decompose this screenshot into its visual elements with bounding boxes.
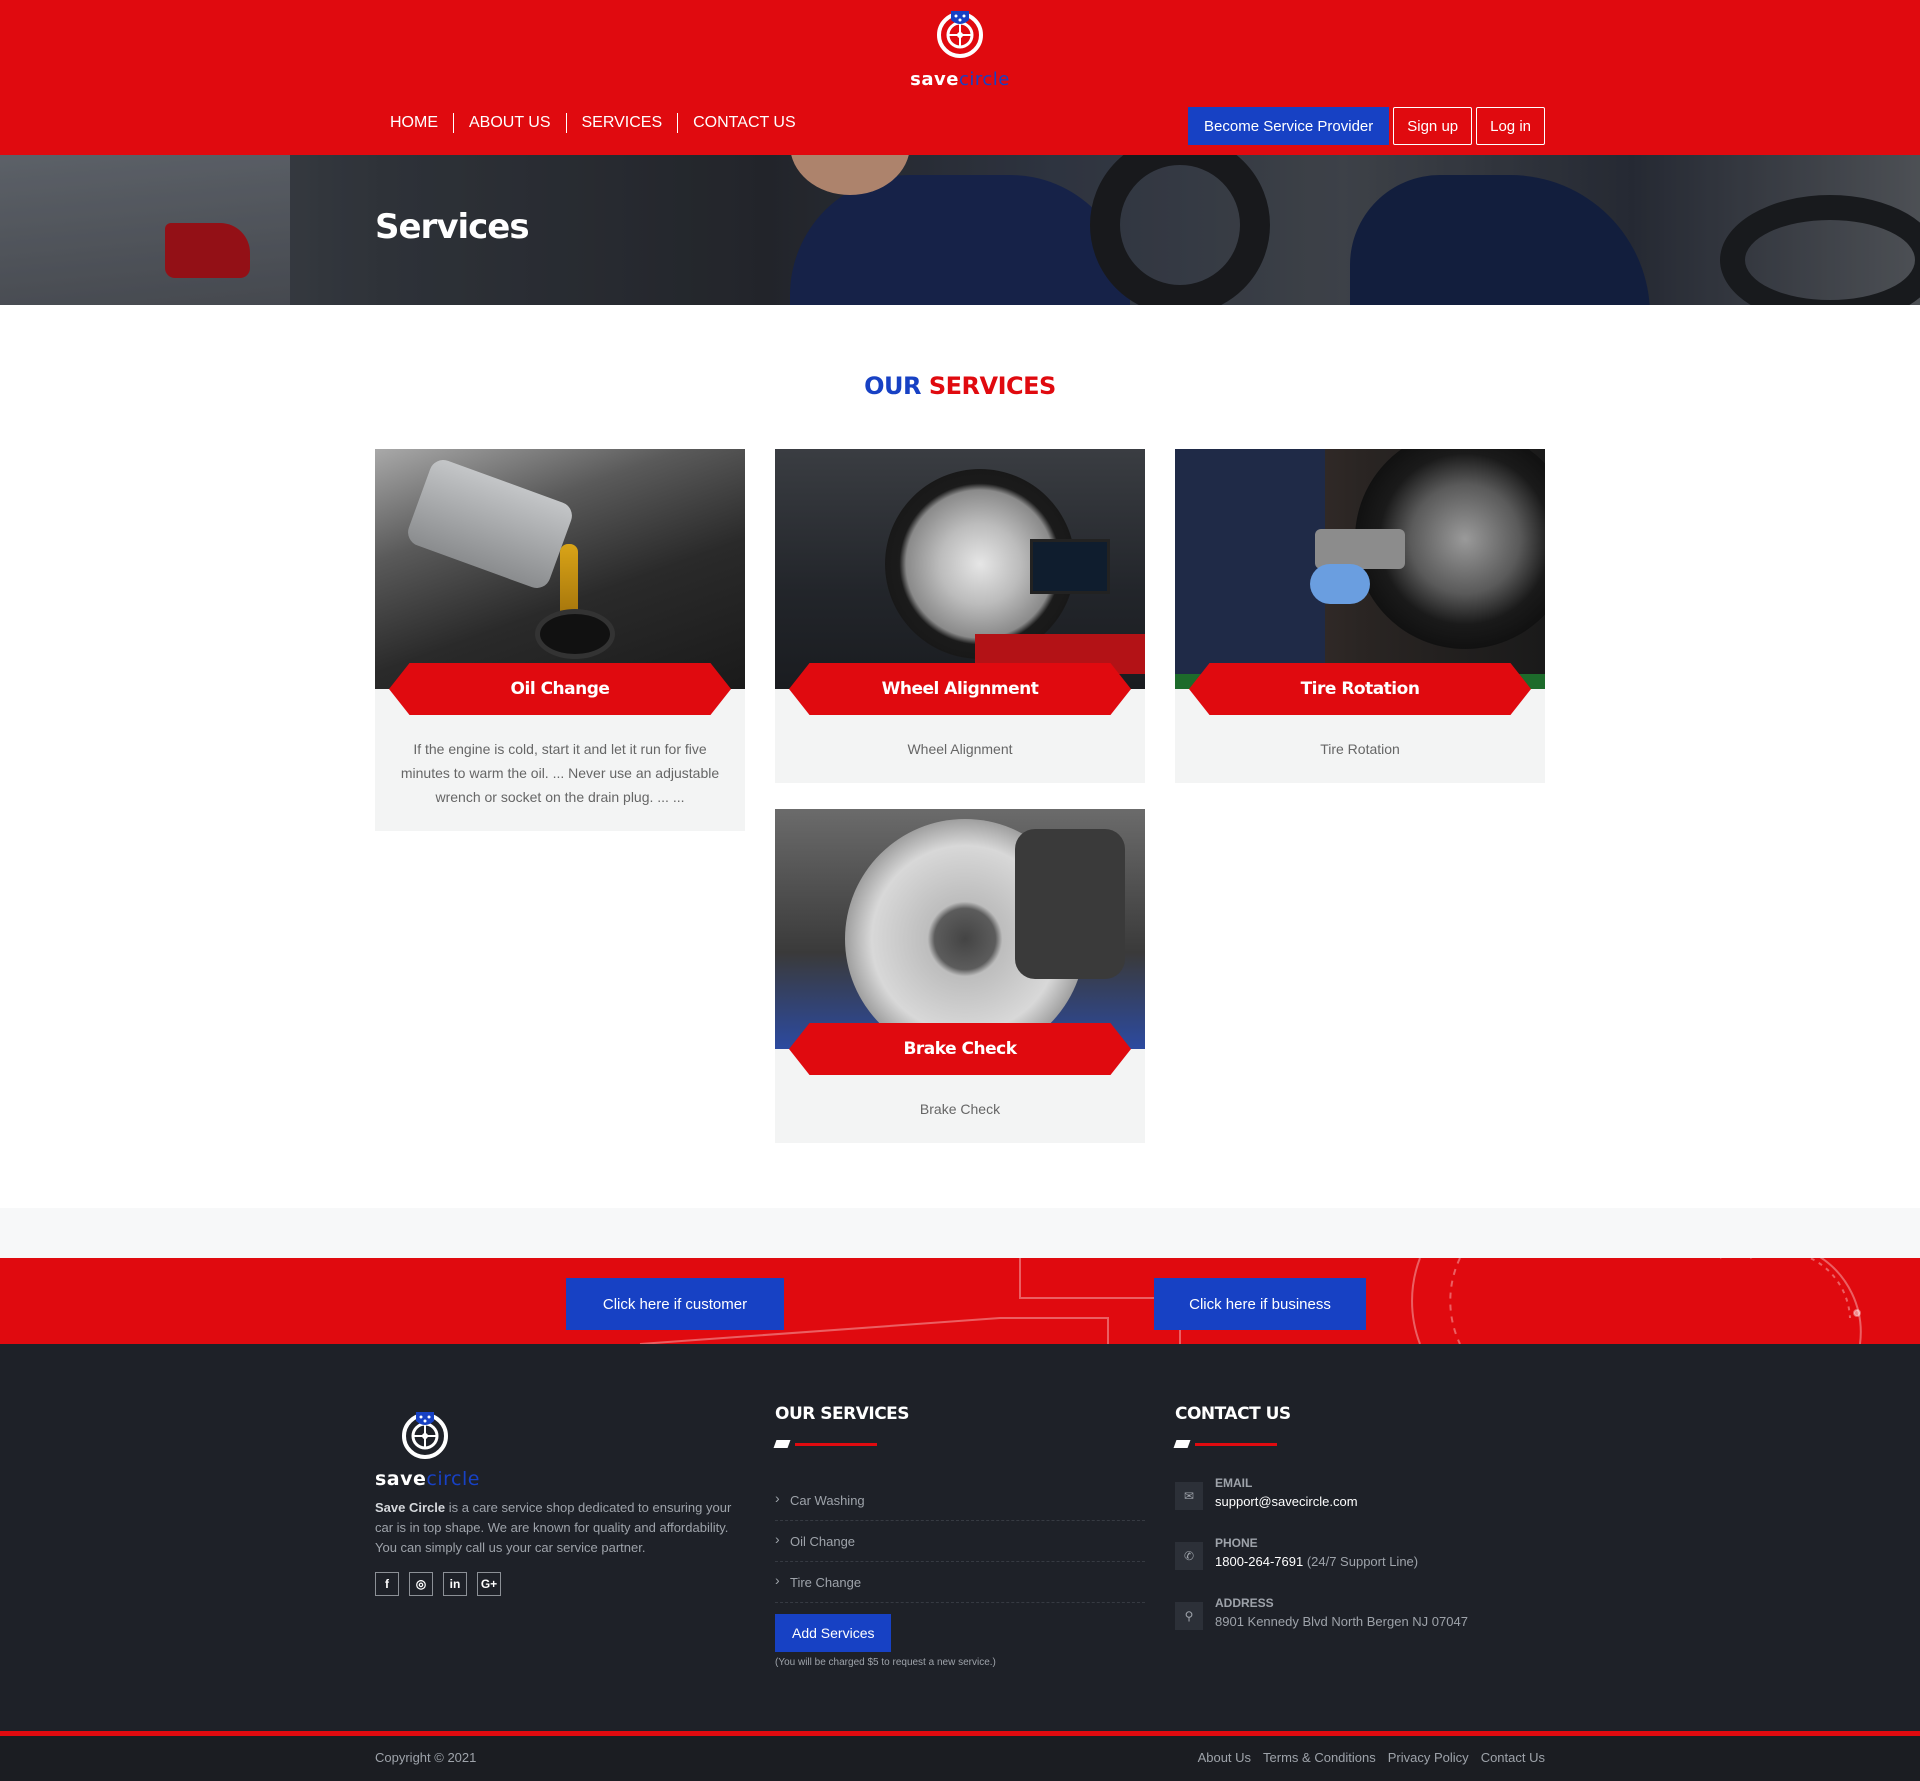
page-banner: Services <box>0 155 1920 305</box>
section-divider <box>0 1208 1920 1258</box>
map-pin-icon: ⚲ <box>1175 1602 1203 1630</box>
circuit-decoration <box>639 1258 1862 1344</box>
add-services-button[interactable]: Add Services <box>775 1614 892 1652</box>
nav-home[interactable]: HOME <box>375 113 453 133</box>
oil-change-image <box>375 449 745 689</box>
google-plus-icon[interactable]: G+ <box>477 1572 501 1596</box>
service-card-brake-check[interactable]: Brake Check Brake Check <box>775 809 1145 1143</box>
footer-link-about[interactable]: About Us <box>1198 1750 1251 1765</box>
add-services-note: (You will be charged $5 to request a new… <box>775 1657 996 1668</box>
service-card-ribbon: Tire Rotation <box>1189 663 1531 715</box>
instagram-icon[interactable]: ◎ <box>409 1572 433 1596</box>
business-cta-button[interactable]: Click here if business <box>1154 1278 1366 1330</box>
service-card-tire-rotation[interactable]: Tire Rotation Tire Rotation <box>1175 449 1545 783</box>
site-footer: savecircle Save Circle is a care service… <box>0 1344 1920 1734</box>
site-header: savecircle HOME ABOUT US SERVICES CONTAC… <box>0 0 1920 155</box>
wheel-alignment-image <box>775 449 1145 689</box>
login-button[interactable]: Log in <box>1476 107 1545 145</box>
become-provider-button[interactable]: Become Service Provider <box>1188 107 1390 145</box>
service-card-ribbon: Oil Change <box>389 663 731 715</box>
social-links: f ◎ in G+ <box>375 1572 501 1596</box>
brake-check-image <box>775 809 1145 1049</box>
footer-link-contact[interactable]: Contact Us <box>1481 1750 1545 1765</box>
footer-logo[interactable]: savecircle <box>375 1409 485 1490</box>
logo-wordmark: savecircle <box>375 1468 480 1490</box>
logo-wordmark: savecircle <box>910 69 1010 90</box>
envelope-icon: ✉ <box>1175 1482 1203 1510</box>
footer-services-title: OUR SERVICES <box>775 1404 910 1424</box>
wheel-logo-icon <box>937 11 983 58</box>
wheel-logo-icon <box>402 1412 448 1459</box>
email-link[interactable]: support@savecircle.com <box>1215 1494 1358 1509</box>
nav-services[interactable]: SERVICES <box>565 113 678 133</box>
footer-contact-title: CONTACT US <box>1175 1404 1291 1424</box>
footer-service-link[interactable]: Tire Change <box>775 1562 1145 1603</box>
service-card-wheel-alignment[interactable]: Wheel Alignment Wheel Alignment <box>775 449 1145 783</box>
main-nav: HOME ABOUT US SERVICES CONTACT US <box>375 111 811 135</box>
footer-services-list: Car Washing Oil Change Tire Change <box>775 1480 1145 1603</box>
footer-legal-links: About Us Terms & Conditions Privacy Poli… <box>1198 1750 1545 1765</box>
footer-service-link[interactable]: Oil Change <box>775 1521 1145 1562</box>
linkedin-icon[interactable]: in <box>443 1572 467 1596</box>
service-card-ribbon: Brake Check <box>789 1023 1131 1075</box>
service-card-oil-change[interactable]: Oil Change If the engine is cold, start … <box>375 449 745 831</box>
copyright-text: Copyright © 2021 <box>375 1750 477 1765</box>
page-title: Services <box>375 207 530 247</box>
nav-about-us[interactable]: ABOUT US <box>453 113 566 133</box>
signup-button[interactable]: Sign up <box>1393 107 1473 145</box>
services-heading: OUR SERVICES <box>864 372 1056 400</box>
footer-link-terms[interactable]: Terms & Conditions <box>1263 1750 1376 1765</box>
phone-icon: ✆ <box>1175 1542 1203 1570</box>
title-underline <box>773 1438 877 1448</box>
service-card-ribbon: Wheel Alignment <box>789 663 1131 715</box>
nav-contact-us[interactable]: CONTACT US <box>677 113 811 133</box>
footer-service-link[interactable]: Car Washing <box>775 1480 1145 1521</box>
address-text: 8901 Kennedy Blvd North Bergen NJ 07047 <box>1215 1614 1468 1629</box>
customer-cta-button[interactable]: Click here if customer <box>566 1278 784 1330</box>
cta-band: Click here if customer Click here if bus… <box>0 1258 1920 1344</box>
logo[interactable]: savecircle <box>905 8 1015 90</box>
tire-rotation-image <box>1175 449 1545 689</box>
title-underline <box>1173 1438 1277 1448</box>
banner-overlay <box>0 155 1920 305</box>
footer-bottom-bar: Copyright © 2021 About Us Terms & Condit… <box>0 1736 1920 1781</box>
facebook-icon[interactable]: f <box>375 1572 399 1596</box>
phone-link[interactable]: 1800-264-7691 (24/7 Support Line) <box>1215 1554 1418 1569</box>
footer-about-text: Save Circle is a care service shop dedic… <box>375 1500 732 1555</box>
header-actions: Become Service Provider Sign up Log in <box>1188 107 1545 145</box>
footer-link-privacy[interactable]: Privacy Policy <box>1388 1750 1469 1765</box>
